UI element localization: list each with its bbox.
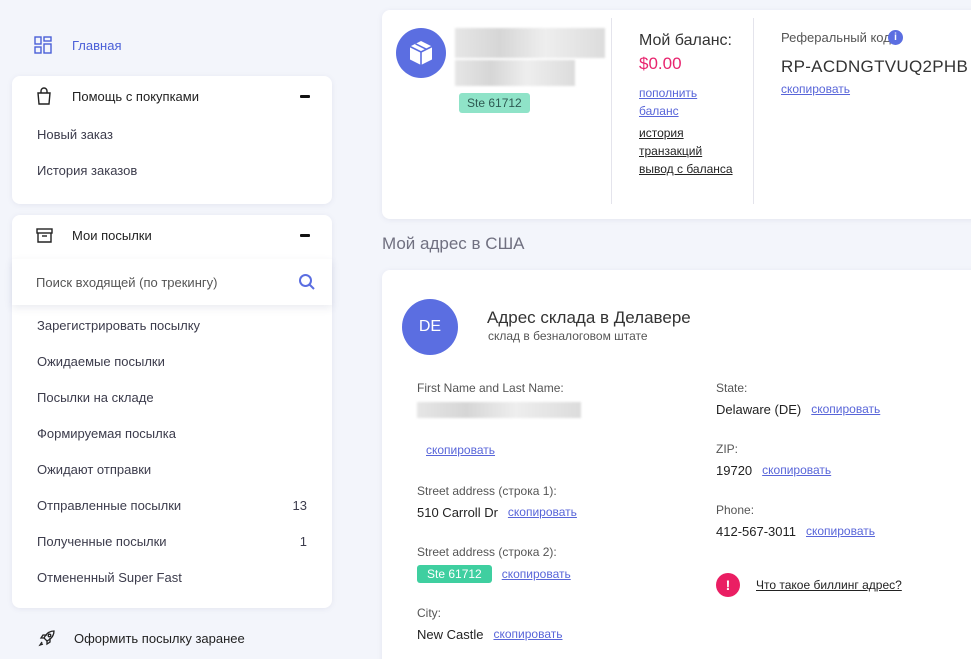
purchase-help-card: Помощь с покупками Новый заказ История з… xyxy=(12,76,332,204)
balance-amount: $0.00 xyxy=(639,54,682,73)
copy-phone-link[interactable]: скопировать xyxy=(806,523,875,539)
phone-field: Phone: 412-567-3011 скопировать xyxy=(716,503,875,539)
field-label: State: xyxy=(716,381,748,395)
menu-item-label: Формируемая посылка xyxy=(37,425,176,441)
city-field: City: New Castle скопировать xyxy=(417,606,562,642)
referral-title-text: Реферальный код: xyxy=(781,30,895,45)
field-label: Street address (строка 1): xyxy=(417,484,557,498)
copy-name-link[interactable]: скопировать xyxy=(426,443,495,457)
parcels-card: Мои посылки Поиск входящей (по трекингу)… xyxy=(12,215,332,608)
field-label: First Name and Last Name: xyxy=(417,381,564,395)
menu-item-forming[interactable]: Формируемая посылка xyxy=(12,415,332,451)
menu-item-label: Полученные посылки xyxy=(37,533,167,549)
copy-zip-link[interactable]: скопировать xyxy=(762,462,831,478)
zip-field: ZIP: 19720 скопировать xyxy=(716,442,831,478)
menu-item-label: Отмененный Super Fast xyxy=(37,569,182,585)
parcels-title: Мои посылки xyxy=(72,227,152,243)
menu-item-label: Зарегистрировать посылку xyxy=(37,317,201,333)
menu-item-order-history[interactable]: История заказов xyxy=(12,152,332,188)
name-field: First Name and Last Name: xyxy=(417,381,581,418)
menu-item-expected[interactable]: Ожидаемые посылки xyxy=(12,343,332,379)
exclamation-icon: ! xyxy=(716,573,740,597)
billing-address-link[interactable]: Что такое биллинг адрес? xyxy=(756,578,902,592)
street2-field: Street address (строка 2): Ste 61712 скоп… xyxy=(417,545,571,583)
nav-home[interactable]: Главная xyxy=(34,36,121,54)
divider xyxy=(753,18,754,204)
copy-street1-link[interactable]: скопировать xyxy=(508,504,577,520)
package-avatar xyxy=(396,28,446,78)
menu-item-label: История заказов xyxy=(37,162,138,178)
archive-box-icon xyxy=(36,227,56,243)
referral-title: Реферальный код: xyxy=(781,30,971,46)
section-title: Мой адрес в США xyxy=(382,234,525,253)
withdraw-link[interactable]: вывод с баланса xyxy=(639,162,733,176)
package-icon xyxy=(409,41,433,65)
transactions-link[interactable]: история транзакций xyxy=(639,126,702,158)
nav-home-label: Главная xyxy=(72,37,122,53)
menu-item-label: Отправленные посылки xyxy=(37,497,182,513)
address-subtitle: склад в безналоговом штате xyxy=(488,329,648,343)
copy-state-link[interactable]: скопировать xyxy=(811,401,880,417)
menu-item-new-order[interactable]: Новый заказ xyxy=(12,116,332,152)
field-label: Street address (строка 2): xyxy=(417,545,557,559)
copy-referral-link[interactable]: скопировать xyxy=(781,82,850,96)
name-copy: скопировать xyxy=(426,441,495,459)
referral-code: RP-ACDNGTVUQ2PHB xyxy=(781,57,969,76)
dashboard-icon xyxy=(34,36,52,54)
copy-street2-link[interactable]: скопировать xyxy=(502,566,571,582)
menu-item-shipped[interactable]: Отправленные посылки 13 xyxy=(12,487,332,523)
parcels-header[interactable]: Мои посылки xyxy=(12,215,332,255)
topup-link[interactable]: пополнить баланс xyxy=(639,86,697,118)
menu-item-awaiting-shipment[interactable]: Ожидают отправки xyxy=(12,451,332,487)
shopping-bag-icon xyxy=(36,87,56,105)
street2-value: Ste 61712 xyxy=(417,565,492,583)
blurred-name-value xyxy=(417,402,581,418)
search-icon[interactable] xyxy=(298,273,316,291)
menu-item-count: 1 xyxy=(299,533,307,549)
state-field: State: Delaware (DE) скопировать xyxy=(716,381,880,417)
copy-city-link[interactable]: скопировать xyxy=(493,626,562,642)
menu-item-received[interactable]: Полученные посылки 1 xyxy=(12,523,332,559)
collapse-icon[interactable] xyxy=(300,233,310,237)
field-label: Phone: xyxy=(716,503,755,517)
menu-item-in-warehouse[interactable]: Посылки на складе xyxy=(12,379,332,415)
street1-field: Street address (строка 1): 510 Carroll D… xyxy=(417,484,577,520)
field-label: ZIP: xyxy=(716,442,739,456)
search-input[interactable]: Поиск входящей (по трекингу) xyxy=(36,275,298,290)
divider xyxy=(611,18,612,204)
rocket-icon xyxy=(38,630,55,647)
address-title: Адрес склада в Делавере xyxy=(487,308,691,327)
menu-item-label: Посылки на складе xyxy=(37,389,154,405)
tracking-search[interactable]: Поиск входящей (по трекингу) xyxy=(12,259,332,305)
menu-item-label: Ожидаемые посылки xyxy=(37,353,165,369)
menu-item-count: 13 xyxy=(292,497,307,513)
state-value: Delaware (DE) xyxy=(716,401,802,417)
purchase-help-header[interactable]: Помощь с покупками xyxy=(12,76,332,116)
city-value: New Castle xyxy=(417,626,484,642)
menu-item-register-parcel[interactable]: Зарегистрировать посылку xyxy=(12,307,332,343)
suite-badge: Ste 61712 xyxy=(459,93,530,113)
blurred-user-name xyxy=(455,28,605,58)
nav-preorder[interactable]: Оформить посылку заранее xyxy=(38,629,245,647)
referral-block: Реферальный код: i RP-ACDNGTVUQ2PHB скоп… xyxy=(781,30,971,98)
balance-title: Мой баланс: xyxy=(639,32,732,49)
address-card: DE Адрес склада в Делавере склад в безна… xyxy=(382,270,971,659)
menu-item-label: Новый заказ xyxy=(37,126,113,142)
nav-preorder-label: Оформить посылку заранее xyxy=(74,630,245,646)
menu-item-cancelled-super-fast[interactable]: Отмененный Super Fast xyxy=(12,559,332,595)
zip-value: 19720 xyxy=(716,462,753,478)
profile-card: Ste 61712 Мой баланс: $0.00 пополнить ба… xyxy=(382,10,971,219)
info-icon[interactable]: i xyxy=(888,30,903,45)
blurred-user-email xyxy=(455,60,575,86)
state-badge: DE xyxy=(402,299,458,355)
street1-value: 510 Carroll Dr xyxy=(417,504,498,520)
field-label: City: xyxy=(417,606,441,620)
phone-value: 412-567-3011 xyxy=(716,523,796,539)
billing-info: ! Что такое биллинг адрес? xyxy=(716,573,902,597)
balance-block: Мой баланс: $0.00 пополнить баланс истор… xyxy=(639,30,739,178)
sidebar: Главная Помощь с покупками Новый заказ И… xyxy=(0,0,345,659)
collapse-icon[interactable] xyxy=(300,94,310,98)
purchase-help-title: Помощь с покупками xyxy=(72,88,199,104)
menu-item-label: Ожидают отправки xyxy=(37,461,152,477)
